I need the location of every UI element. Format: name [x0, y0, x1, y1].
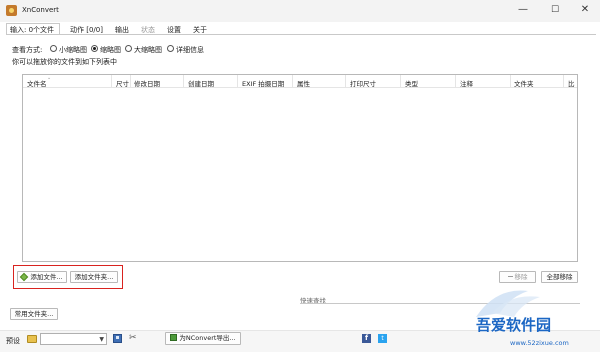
column-print-size[interactable]: 打印尺寸 — [350, 78, 376, 88]
radio-small-thumbnails[interactable] — [50, 45, 57, 52]
remove-all-button[interactable]: 全部移除 — [541, 271, 578, 283]
facebook-icon[interactable]: f — [362, 334, 371, 343]
radio-large-thumbnails[interactable] — [125, 45, 132, 52]
column-divider[interactable] — [292, 75, 293, 88]
window-title: XnConvert — [22, 6, 59, 14]
radio-label-details[interactable]: 详细信息 — [176, 45, 204, 55]
radio-label-small-thumbnails[interactable]: 小缩略图 — [59, 45, 87, 55]
column-filename[interactable]: 文件名 — [27, 78, 47, 88]
watermark-text: 吾爱软件园 — [476, 316, 552, 334]
add-folder-button[interactable]: 添加文件夹... — [70, 271, 118, 283]
title-bar: XnConvert — ☐ ✕ — [0, 0, 600, 22]
watermark-url: www.52zixue.com — [510, 339, 569, 347]
preset-select[interactable]: ▼ — [40, 333, 107, 345]
column-divider[interactable] — [345, 75, 346, 88]
view-mode-label: 查看方式: — [12, 46, 43, 54]
chevron-down-icon[interactable]: ▼ — [99, 334, 104, 345]
column-divider[interactable] — [111, 75, 112, 88]
drag-drop-hint: 你可以拖放你的文件到如下列表中 — [12, 58, 117, 66]
column-modified-date[interactable]: 修改日期 — [134, 78, 160, 88]
column-ratio[interactable]: 比 — [568, 78, 575, 88]
tools-icon[interactable]: ✂ — [129, 333, 137, 343]
preset-label: 预设 — [6, 337, 20, 345]
radio-details[interactable] — [167, 45, 174, 52]
xnconvert-app-icon — [6, 5, 17, 16]
remove-label: 移除 — [514, 273, 528, 281]
export-nconvert-button[interactable]: 为NConvert导出... — [165, 332, 241, 345]
export-nconvert-label: 为NConvert导出... — [179, 334, 236, 342]
column-divider[interactable] — [400, 75, 401, 88]
file-list[interactable]: 文件名 ⌄ 尺寸 修改日期 创建日期 EXIF 拍摄日期 属性 打印尺寸 类型 … — [22, 74, 578, 262]
twitter-icon[interactable]: t — [378, 334, 387, 343]
column-divider[interactable] — [237, 75, 238, 88]
radio-label-thumbnails[interactable]: 缩略图 — [100, 45, 121, 55]
minimize-button[interactable]: — — [514, 2, 532, 18]
column-divider[interactable] — [563, 75, 564, 88]
add-icon — [20, 272, 29, 282]
column-folder[interactable]: 文件夹 — [514, 78, 534, 88]
sort-indicator-icon: ⌄ — [47, 75, 52, 81]
save-icon[interactable] — [113, 334, 122, 343]
folder-icon[interactable] — [27, 335, 37, 343]
add-files-label: 添加文件... — [30, 273, 63, 281]
column-size[interactable]: 尺寸 — [116, 78, 129, 88]
radio-label-large-thumbnails[interactable]: 大缩略图 — [134, 45, 162, 55]
common-folders-button[interactable]: 常用文件夹... — [10, 308, 58, 320]
column-comment[interactable]: 注释 — [460, 78, 473, 88]
column-divider[interactable] — [130, 75, 131, 88]
column-divider[interactable] — [183, 75, 184, 88]
column-attributes[interactable]: 属性 — [297, 78, 310, 88]
column-divider[interactable] — [510, 75, 511, 88]
column-created-date[interactable]: 创建日期 — [188, 78, 214, 88]
column-divider[interactable] — [455, 75, 456, 88]
radio-thumbnails[interactable] — [91, 45, 98, 52]
nconvert-icon — [170, 334, 178, 341]
remove-button[interactable]: 移除 — [499, 271, 536, 283]
column-exif-date[interactable]: EXIF 拍摄日期 — [242, 78, 284, 88]
column-type[interactable]: 类型 — [405, 78, 418, 88]
maximize-button[interactable]: ☐ — [546, 2, 564, 18]
tab-divider — [6, 34, 596, 35]
add-files-button[interactable]: 添加文件... — [17, 271, 67, 283]
minus-icon — [507, 276, 513, 277]
close-button[interactable]: ✕ — [576, 2, 594, 18]
file-list-header: 文件名 ⌄ 尺寸 修改日期 创建日期 EXIF 拍摄日期 属性 打印尺寸 类型 … — [23, 75, 577, 88]
